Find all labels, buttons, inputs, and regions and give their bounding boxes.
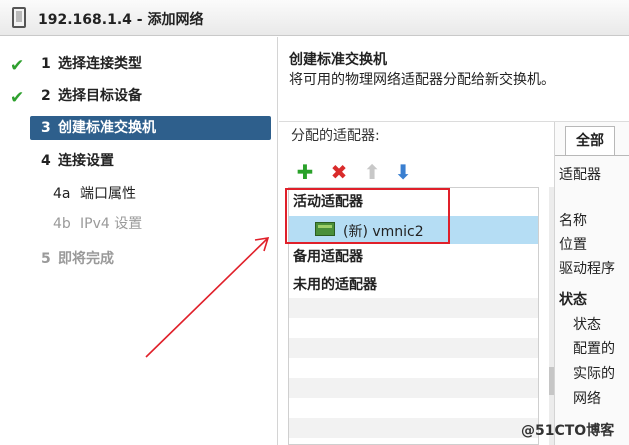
watermark: @51CTO博客: [521, 423, 615, 439]
list-item: [289, 298, 538, 318]
remove-icon[interactable]: ✖: [329, 162, 349, 182]
page-description: 将可用的物理网络适配器分配给新交换机。: [289, 72, 555, 88]
adapter-row-vmnic2[interactable]: (新) vmnic2: [289, 216, 538, 244]
network-label: 网络: [573, 391, 601, 407]
window-titlebar: 192.168.1.4 - 添加网络: [0, 0, 629, 36]
driver-label: 驱动程序: [559, 261, 615, 277]
unused-adapters-group: 未用的适配器: [293, 277, 377, 293]
standby-adapters-group: 备用适配器: [293, 249, 363, 265]
step-create-standard-switch[interactable]: 3 创建标准交换机: [30, 116, 271, 140]
device-icon: [12, 7, 26, 28]
adapter-label: 适配器: [559, 167, 601, 183]
active-adapters-group: 活动适配器: [293, 194, 363, 210]
window-title: 192.168.1.4 - 添加网络: [38, 12, 204, 28]
adapter-name: (新) vmnic2: [343, 224, 424, 240]
checkmark-icon: ✔: [10, 56, 25, 76]
list-item: [289, 338, 538, 358]
network-adapter-icon: [315, 222, 335, 236]
status-label: 状态: [573, 317, 601, 333]
adapter-details-pane: 全部 适配器 名称 位置 驱动程序 状态 状态 配置的 实际的 网络: [554, 122, 629, 445]
name-label: 名称: [559, 213, 587, 229]
tab-divider: [555, 155, 629, 156]
status-heading: 状态: [559, 292, 587, 308]
configured-speed-label: 配置的: [573, 341, 615, 357]
move-up-icon: ⬆: [363, 160, 381, 184]
checkmark-icon: ✔: [10, 88, 25, 108]
assigned-adapters-label: 分配的适配器:: [291, 128, 380, 144]
list-item: [289, 418, 538, 438]
main-content: 创建标准交换机 将可用的物理网络适配器分配给新交换机。 分配的适配器: ✚ ✖ …: [279, 37, 629, 445]
add-icon[interactable]: ✚: [295, 162, 315, 182]
adapter-list[interactable]: 活动适配器 (新) vmnic2 备用适配器 未用的适配器: [288, 187, 539, 445]
list-item: [289, 378, 538, 398]
wizard-steps-sidebar: ✔ 1 选择连接类型 ✔ 2 选择目标设备 3 创建标准交换机 4 连接设置 4…: [0, 37, 278, 445]
tab-all[interactable]: 全部: [565, 126, 615, 156]
move-down-icon[interactable]: ⬇: [393, 162, 413, 182]
location-label: 位置: [559, 237, 587, 253]
page-title: 创建标准交换机: [289, 52, 387, 68]
actual-speed-label: 实际的: [573, 366, 615, 382]
